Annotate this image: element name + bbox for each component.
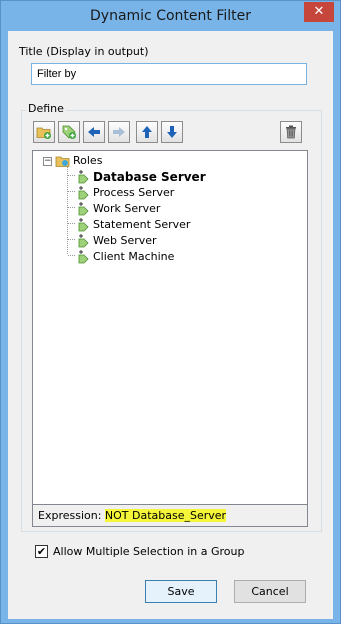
save-button[interactable]: Save <box>145 580 217 603</box>
expression-bar: Expression: NOT Database_Server <box>32 505 308 527</box>
role-tag-icon <box>78 170 89 184</box>
add-item-button[interactable] <box>58 121 80 143</box>
cancel-button[interactable]: Cancel <box>234 580 306 603</box>
move-up-button[interactable] <box>136 121 158 143</box>
tree-item-process-server[interactable]: Process Server <box>75 185 174 201</box>
delete-button[interactable] <box>280 121 302 143</box>
role-tag-icon <box>78 250 89 264</box>
tag-add-icon <box>62 125 76 139</box>
tree-collapse-toggle[interactable]: − <box>43 157 52 166</box>
title-input[interactable] <box>31 63 307 85</box>
tree-item-database-server[interactable]: Database Server <box>75 169 206 185</box>
roles-tree[interactable]: − Roles Database Server Process Server W… <box>32 150 308 505</box>
expression-value: NOT Database_Server <box>104 509 227 522</box>
tree-root-roles[interactable]: Roles <box>55 153 102 169</box>
arrow-left-icon <box>88 127 100 137</box>
tree-item-work-server[interactable]: Work Server <box>75 201 160 217</box>
title-bar[interactable]: Dynamic Content Filter ✕ <box>1 1 340 31</box>
add-folder-button[interactable] <box>33 121 55 143</box>
define-group-label: Define <box>26 102 66 115</box>
trash-icon <box>286 125 296 139</box>
folder-group-icon <box>55 156 70 167</box>
tree-item-web-server[interactable]: Web Server <box>75 233 157 249</box>
close-button[interactable]: ✕ <box>304 2 334 22</box>
folder-add-icon <box>36 127 51 139</box>
allow-multiple-checkbox[interactable]: ✔ <box>35 544 48 558</box>
expression-label: Expression: <box>38 509 105 522</box>
tree-guide-line <box>67 167 68 255</box>
role-tag-icon <box>78 234 89 248</box>
role-tag-icon <box>78 186 89 200</box>
dialog-window: Dynamic Content Filter ✕ Title (Display … <box>0 0 341 624</box>
title-field-label: Title (Display in output) <box>19 45 149 58</box>
allow-multiple-row[interactable]: ✔ Allow Multiple Selection in a Group <box>35 544 245 558</box>
role-tag-icon <box>78 202 89 216</box>
dialog-body: Title (Display in output) Define <box>8 31 333 619</box>
arrow-right-icon <box>113 127 125 137</box>
move-down-button[interactable] <box>161 121 183 143</box>
window-title: Dynamic Content Filter <box>90 8 251 24</box>
tree-item-statement-server[interactable]: Statement Server <box>75 217 190 233</box>
role-tag-icon <box>78 218 89 232</box>
allow-multiple-label[interactable]: Allow Multiple Selection in a Group <box>53 545 245 558</box>
arrow-down-icon <box>167 126 177 138</box>
move-left-button[interactable] <box>83 121 105 143</box>
tree-item-client-machine[interactable]: Client Machine <box>75 249 174 265</box>
arrow-up-icon <box>142 126 152 138</box>
move-right-button[interactable] <box>108 121 130 143</box>
